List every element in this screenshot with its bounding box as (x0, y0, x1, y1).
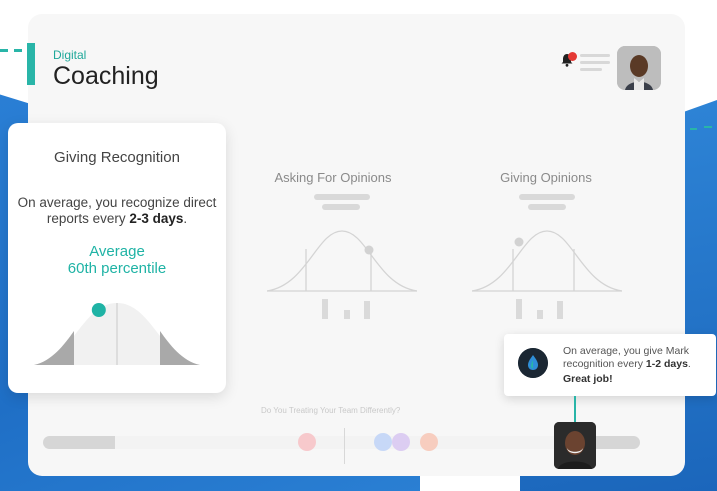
brand-accent-bar (27, 43, 35, 85)
placeholder-line (322, 204, 360, 210)
menu-lines-icon[interactable] (580, 54, 610, 75)
brand-subtitle: Digital (53, 48, 87, 62)
comparison-bar-right (592, 436, 640, 449)
user-avatar-icon (617, 46, 661, 90)
team-member-avatar[interactable] (554, 422, 596, 469)
mini-bar (364, 301, 370, 319)
team-member-dot[interactable] (374, 433, 392, 451)
mini-bar (344, 310, 350, 319)
mini-bar (557, 301, 563, 319)
placeholder-line (314, 194, 370, 200)
page-title: Coaching (53, 62, 159, 90)
tooltip-highlight: 1-2 days (645, 357, 688, 370)
card-description-suffix: . (183, 211, 188, 226)
metric-title-giving-opinions: Giving Opinions (500, 170, 592, 185)
mini-bar (516, 299, 522, 319)
average-label: Average (89, 243, 145, 260)
giving-recognition-card[interactable]: Giving Recognition On average, you recog… (8, 123, 226, 393)
percentile-marker-dot (91, 303, 106, 317)
tooltip-connector (574, 396, 576, 424)
placeholder-line (519, 194, 575, 200)
user-avatar[interactable] (617, 46, 661, 90)
decor-dash (0, 49, 8, 52)
card-description-highlight: 2-3 days (129, 211, 184, 226)
recognition-tooltip: On average, you give Mark recognition ev… (504, 334, 716, 396)
metric-title-asking-opinions: Asking For Opinions (274, 170, 392, 185)
distribution-curve-giving (472, 230, 622, 292)
mini-bar (537, 310, 543, 319)
decor-dash (704, 126, 712, 128)
tooltip-message: On average, you give Mark recognition ev… (563, 345, 713, 386)
percentile-summary: Average 60th percentile (8, 243, 226, 277)
recognition-distribution-curve (34, 303, 200, 365)
metric-marker-dot (364, 245, 374, 255)
team-member-avatar-icon (554, 422, 596, 469)
tooltip-praise: Great job! (563, 373, 613, 385)
metric-marker-dot (514, 237, 524, 247)
distribution-curve-asking (267, 230, 417, 292)
percentile-label: 60th percentile (67, 260, 167, 277)
notification-dot (568, 52, 577, 61)
card-description: On average, you recognize direct reports… (8, 195, 226, 227)
comparison-track (115, 436, 555, 449)
placeholder-line (528, 204, 566, 210)
team-member-dot[interactable] (420, 433, 438, 451)
decor-dash (690, 128, 697, 130)
card-title: Giving Recognition (54, 149, 180, 166)
team-member-dot[interactable] (392, 433, 410, 451)
drop-logo-icon (518, 348, 548, 378)
mini-bar (322, 299, 328, 319)
team-comparison-question: Do You Treating Your Team Differently? (261, 406, 401, 415)
team-member-dot[interactable] (298, 433, 316, 451)
comparison-divider (344, 428, 345, 464)
decor-dash (14, 49, 22, 52)
comparison-bar-left (43, 436, 115, 449)
tooltip-suffix: . (687, 357, 691, 370)
